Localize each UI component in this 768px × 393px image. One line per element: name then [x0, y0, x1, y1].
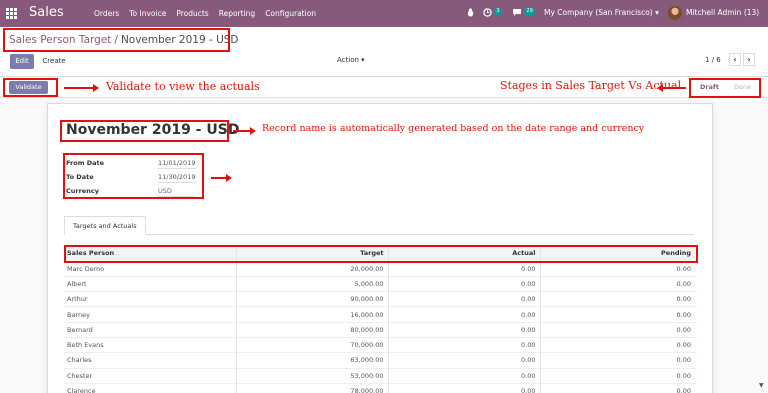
- targets-table: Sales Person Target Actual Pending Marc …: [64, 245, 697, 393]
- pager-next-button[interactable]: ›: [743, 53, 755, 66]
- title-highlight-box: [60, 120, 229, 142]
- activity-badge: 3: [494, 8, 502, 15]
- sales-person-cell: Chester: [64, 367, 236, 384]
- pending-cell: 0.00: [539, 352, 697, 369]
- pending-cell: 0.00: [539, 321, 697, 338]
- action-dropdown[interactable]: Action ▾: [337, 56, 365, 64]
- avatar[interactable]: [668, 6, 682, 20]
- actual-cell: 0.00: [387, 260, 540, 277]
- action-label: Action: [337, 56, 359, 64]
- target-cell: 20,000.00: [235, 260, 388, 277]
- table-row[interactable]: Barney 16,000.00 0.00 0.00: [64, 306, 697, 323]
- table-row[interactable]: Beth Evans 70,000.00 0.00 0.00: [64, 336, 697, 353]
- table-row[interactable]: Marc Demo 20,000.00 0.00 0.00: [64, 260, 697, 277]
- pending-cell: 0.00: [539, 291, 697, 307]
- actual-cell: 0.00: [387, 352, 540, 369]
- target-cell: 78,000.00: [235, 382, 388, 393]
- company-switcher[interactable]: My Company (San Francisco) ▾: [544, 8, 659, 17]
- target-cell: 90,000.00: [235, 291, 388, 307]
- create-button[interactable]: Create: [38, 54, 70, 69]
- menu-products[interactable]: Products: [176, 9, 208, 18]
- message-badge: 29: [524, 8, 535, 15]
- target-cell: 5,000.00: [235, 275, 388, 292]
- user-menu[interactable]: Mitchell Admin (13): [686, 8, 759, 17]
- control-panel: Sales Person Target / November 2019 - USD …: [0, 27, 768, 77]
- edit-button[interactable]: Edit: [10, 54, 34, 69]
- bug-icon[interactable]: [466, 8, 475, 19]
- chat-icon[interactable]: 29: [512, 8, 535, 19]
- notebook-tabs: Targets and Actuals: [64, 216, 694, 235]
- arrow-right-icon: [233, 127, 256, 135]
- menu-reporting[interactable]: Reporting: [219, 9, 255, 18]
- sales-person-cell: Barney: [64, 306, 236, 323]
- table-row[interactable]: Bernard 80,000.00 0.00 0.00: [64, 321, 697, 338]
- pending-cell: 0.00: [539, 260, 697, 277]
- arrow-right-icon: [64, 84, 99, 92]
- target-cell: 53,000.00: [235, 367, 388, 384]
- target-cell: 80,000.00: [235, 321, 388, 338]
- table-row[interactable]: Arthur 90,000.00 0.00 0.00: [64, 291, 697, 307]
- pending-cell: 0.00: [539, 336, 697, 353]
- top-navbar: Sales Orders To Invoice Products Reporti…: [0, 0, 768, 27]
- target-cell: 16,000.00: [235, 306, 388, 323]
- table-row[interactable]: Chester 53,000.00 0.00 0.00: [64, 367, 697, 384]
- target-cell: 63,000.00: [235, 352, 388, 369]
- company-name: My Company (San Francisco): [544, 8, 653, 17]
- pager-value[interactable]: 1 / 6: [705, 56, 721, 64]
- apps-grid-icon[interactable]: [6, 8, 17, 19]
- caret-down-icon: ▾: [361, 56, 365, 64]
- fields-highlight-box: [63, 153, 204, 199]
- pending-cell: 0.00: [539, 275, 697, 292]
- table-row[interactable]: Clarence 78,000.00 0.00 0.00: [64, 382, 697, 393]
- pending-cell: 0.00: [539, 382, 697, 393]
- activity-clock-icon[interactable]: 3: [483, 8, 502, 19]
- table-row[interactable]: Charles 63,000.00 0.00 0.00: [64, 352, 697, 369]
- target-cell: 70,000.00: [235, 336, 388, 353]
- main-menu: Orders To Invoice Products Reporting Con…: [94, 9, 316, 18]
- menu-to-invoice[interactable]: To Invoice: [129, 9, 166, 18]
- menu-orders[interactable]: Orders: [94, 9, 119, 18]
- breadcrumb-highlight-box: [3, 28, 230, 52]
- sales-person-cell: Marc Demo: [64, 260, 236, 277]
- actual-cell: 0.00: [387, 367, 540, 384]
- stages-annotation: Stages in Sales Target Vs Actual: [500, 79, 682, 92]
- sales-person-cell: Bernard: [64, 321, 236, 338]
- sales-person-cell: Beth Evans: [64, 336, 236, 353]
- table-row[interactable]: Albert 5,000.00 0.00 0.00: [64, 275, 697, 292]
- arrow-right-icon: [211, 174, 232, 182]
- actual-cell: 0.00: [387, 336, 540, 353]
- user-name: Mitchell Admin (13): [686, 8, 760, 17]
- pending-cell: 0.00: [539, 306, 697, 323]
- stages-highlight-box: [689, 78, 761, 98]
- sales-person-cell: Clarence: [64, 382, 236, 393]
- actual-cell: 0.00: [387, 275, 540, 292]
- validate-highlight-box: [3, 78, 58, 97]
- sales-person-cell: Albert: [64, 275, 236, 292]
- validate-annotation: Validate to view the actuals: [106, 80, 260, 93]
- actual-cell: 0.00: [387, 291, 540, 307]
- chevron-right-icon: ›: [747, 55, 751, 64]
- actual-cell: 0.00: [387, 382, 540, 393]
- scroll-down-icon[interactable]: ▼: [759, 382, 764, 389]
- chevron-left-icon: ‹: [733, 55, 737, 64]
- table-header-highlight-box: [64, 245, 698, 263]
- arrow-left-icon: [657, 84, 686, 92]
- app-name[interactable]: Sales: [29, 5, 64, 20]
- sales-person-cell: Charles: [64, 352, 236, 369]
- sales-person-cell: Arthur: [64, 291, 236, 307]
- pending-cell: 0.00: [539, 367, 697, 384]
- record-name-annotation: Record name is automatically generated b…: [262, 123, 645, 134]
- actual-cell: 0.00: [387, 321, 540, 338]
- actual-cell: 0.00: [387, 306, 540, 323]
- caret-down-icon: ▾: [655, 8, 659, 17]
- tab-targets-and-actuals[interactable]: Targets and Actuals: [64, 216, 146, 235]
- menu-configuration[interactable]: Configuration: [265, 9, 316, 18]
- pager-previous-button[interactable]: ‹: [729, 53, 741, 66]
